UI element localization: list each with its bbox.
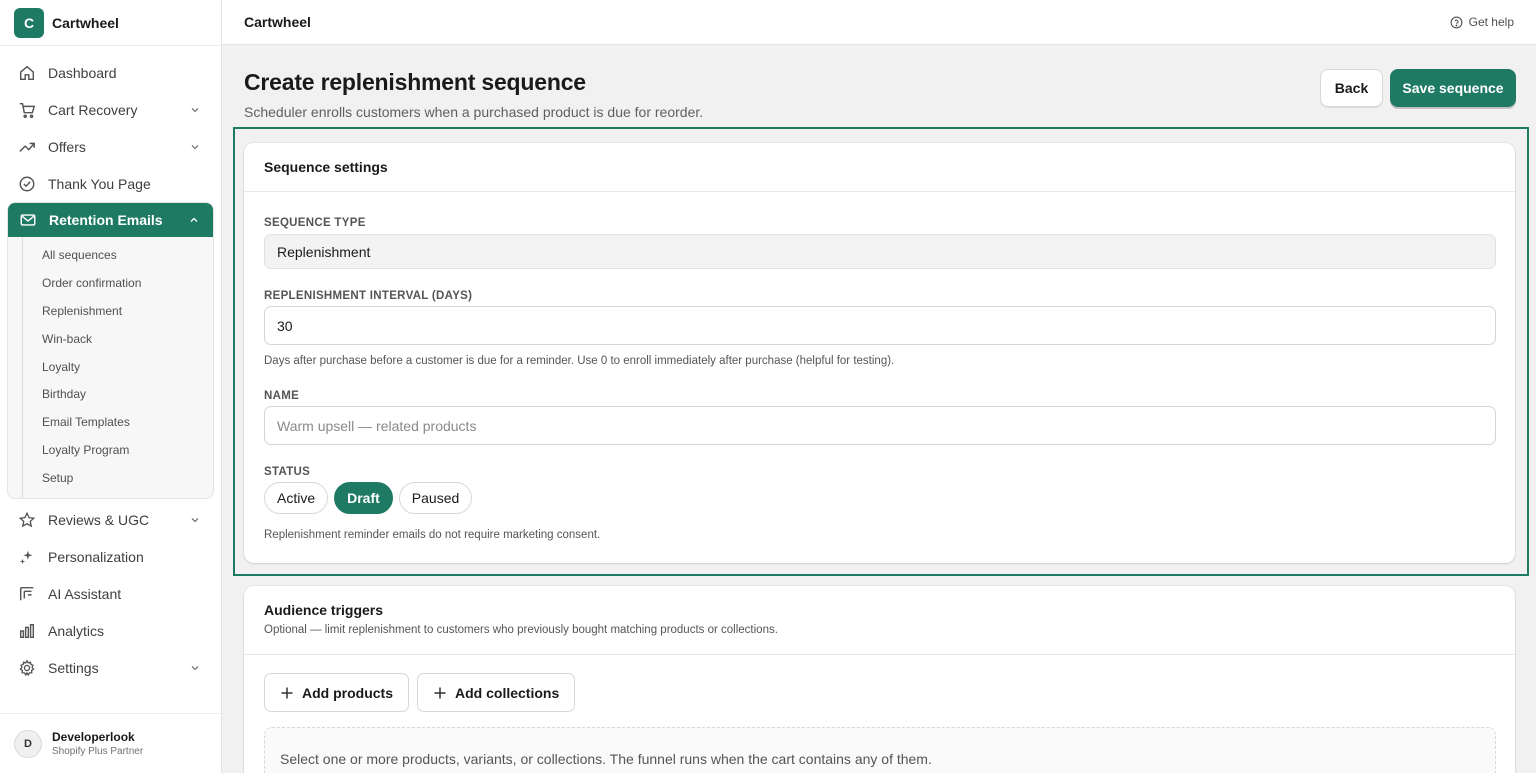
- status-help-text: Replenishment reminder emails do not req…: [264, 529, 601, 541]
- sequence-settings-card: Sequence settings SEQUENCE TYPE Replenis…: [244, 143, 1515, 563]
- chevron-down-icon: [191, 144, 199, 149]
- status-paused-option[interactable]: Paused: [398, 482, 473, 514]
- sidebar-item-thank-you-page[interactable]: Thank You Page: [0, 165, 221, 202]
- get-help-label: Get help: [1468, 15, 1514, 29]
- add-collections-label: Add collections: [455, 684, 560, 701]
- sidebar-item-cart-recovery[interactable]: Cart Recovery: [0, 91, 221, 128]
- plus-icon: [281, 687, 293, 698]
- plus-icon: [434, 687, 446, 698]
- main-content: Create replenishment sequence Scheduler …: [222, 45, 1536, 773]
- chevron-down-icon: [191, 107, 199, 112]
- check-circle-icon: [19, 176, 35, 191]
- sparkle-icon: [19, 550, 33, 564]
- sidebar-item-label: Personalization: [48, 548, 144, 565]
- subitem-birthday[interactable]: Birthday: [23, 380, 213, 408]
- sidebar-item-dashboard[interactable]: Dashboard: [0, 54, 221, 91]
- status-draft-option[interactable]: Draft: [334, 482, 393, 514]
- cart-icon: [19, 102, 36, 118]
- retention-emails-group: Retention Emails All sequences Order con…: [7, 202, 214, 500]
- sidebar-item-label: Cart Recovery: [48, 101, 138, 118]
- subitem-all-sequences[interactable]: All sequences: [23, 241, 213, 269]
- sidebar-item-label: Thank You Page: [48, 175, 151, 192]
- interval-label: REPLENISHMENT INTERVAL (DAYS): [264, 290, 473, 302]
- user-name: Developerlook: [52, 730, 135, 744]
- help-circle-icon: [1450, 16, 1463, 28]
- brand-name: Cartwheel: [52, 14, 119, 31]
- mail-icon: [20, 214, 36, 226]
- sequence-type-label: SEQUENCE TYPE: [264, 217, 366, 229]
- subitem-replenishment[interactable]: Replenishment: [23, 297, 213, 325]
- sidebar-item-personalization[interactable]: Personalization: [0, 538, 221, 575]
- trend-up-icon: [19, 142, 35, 152]
- name-input[interactable]: Warm upsell — related products: [264, 406, 1496, 445]
- sidebar-item-label: Reviews & UGC: [48, 511, 150, 528]
- subitem-loyalty-program[interactable]: Loyalty Program: [23, 436, 213, 464]
- sidebar-item-settings[interactable]: Settings: [0, 649, 221, 686]
- sidebar-item-label: Analytics: [48, 622, 105, 639]
- sidebar-nav: Dashboard Cart Recovery Offers Thank You…: [0, 45, 221, 686]
- status-active-option[interactable]: Active: [264, 482, 329, 514]
- user-role: Shopify Plus Partner: [52, 746, 144, 757]
- sidebar-item-reviews-ugc[interactable]: Reviews & UGC: [0, 501, 221, 538]
- sidebar-item-ai-assistant[interactable]: AI Assistant: [0, 575, 221, 612]
- avatar: D: [14, 729, 42, 758]
- card-title: Sequence settings: [244, 143, 1515, 192]
- gear-icon: [19, 658, 35, 676]
- status-segmented-control: Active Draft Paused: [264, 482, 473, 514]
- sidebar-item-retention-emails[interactable]: Retention Emails: [8, 203, 213, 237]
- add-products-button[interactable]: Add products: [264, 673, 409, 712]
- brand-logo: C: [14, 7, 44, 38]
- chevron-up-icon: [190, 217, 198, 222]
- name-label: NAME: [264, 390, 300, 402]
- subitem-email-templates[interactable]: Email Templates: [23, 408, 213, 436]
- sidebar: C Cartwheel Dashboard Cart Recovery Offe…: [0, 0, 222, 773]
- audience-title: Audience triggers: [264, 602, 384, 618]
- add-products-label: Add products: [302, 684, 393, 701]
- page-subtitle: Scheduler enrolls customers when a purch…: [244, 104, 704, 120]
- brand[interactable]: C Cartwheel: [0, 0, 221, 45]
- chevron-down-icon: [191, 665, 199, 670]
- user-account[interactable]: D Developerlook Shopify Plus Partner: [0, 713, 221, 773]
- sidebar-item-label: Settings: [48, 659, 99, 676]
- topbar-title: Cartwheel: [244, 14, 311, 30]
- save-sequence-button[interactable]: Save sequence: [1390, 69, 1516, 107]
- subitem-setup[interactable]: Setup: [23, 464, 213, 492]
- add-collections-button[interactable]: Add collections: [417, 673, 576, 712]
- sequence-type-field: Replenishment: [264, 234, 1496, 269]
- topbar: Cartwheel Get help: [222, 0, 1536, 45]
- empty-selection-area: Select one or more products, variants, o…: [264, 727, 1496, 773]
- page-title: Create replenishment sequence: [244, 69, 586, 95]
- audience-subtitle: Optional — limit replenishment to custom…: [264, 624, 778, 636]
- back-button[interactable]: Back: [1320, 69, 1383, 107]
- interval-input[interactable]: 30: [264, 306, 1496, 345]
- bar-chart-icon: [19, 623, 35, 638]
- star-icon: [18, 511, 36, 527]
- subitem-loyalty[interactable]: Loyalty: [23, 353, 213, 381]
- audience-buttons: Add products Add collections: [264, 673, 576, 712]
- sidebar-item-label: Dashboard: [48, 64, 117, 81]
- retention-submenu: All sequences Order confirmation Repleni…: [22, 237, 213, 499]
- status-label: STATUS: [264, 466, 311, 478]
- home-icon: [19, 65, 35, 80]
- audience-card-header: Audience triggers Optional — limit reple…: [244, 586, 1515, 655]
- ai-icon: [19, 586, 34, 600]
- chevron-down-icon: [191, 517, 199, 522]
- sidebar-item-analytics[interactable]: Analytics: [0, 612, 221, 649]
- subitem-order-confirmation[interactable]: Order confirmation: [23, 269, 213, 297]
- sidebar-item-label: Offers: [48, 138, 86, 155]
- get-help-link[interactable]: Get help: [1450, 15, 1514, 29]
- sidebar-item-label: Retention Emails: [49, 212, 163, 228]
- sidebar-item-offers[interactable]: Offers: [0, 128, 221, 165]
- sidebar-item-label: AI Assistant: [48, 585, 122, 602]
- subitem-win-back[interactable]: Win-back: [23, 325, 213, 353]
- interval-help-text: Days after purchase before a customer is…: [264, 355, 895, 367]
- audience-triggers-card: Audience triggers Optional — limit reple…: [244, 586, 1515, 773]
